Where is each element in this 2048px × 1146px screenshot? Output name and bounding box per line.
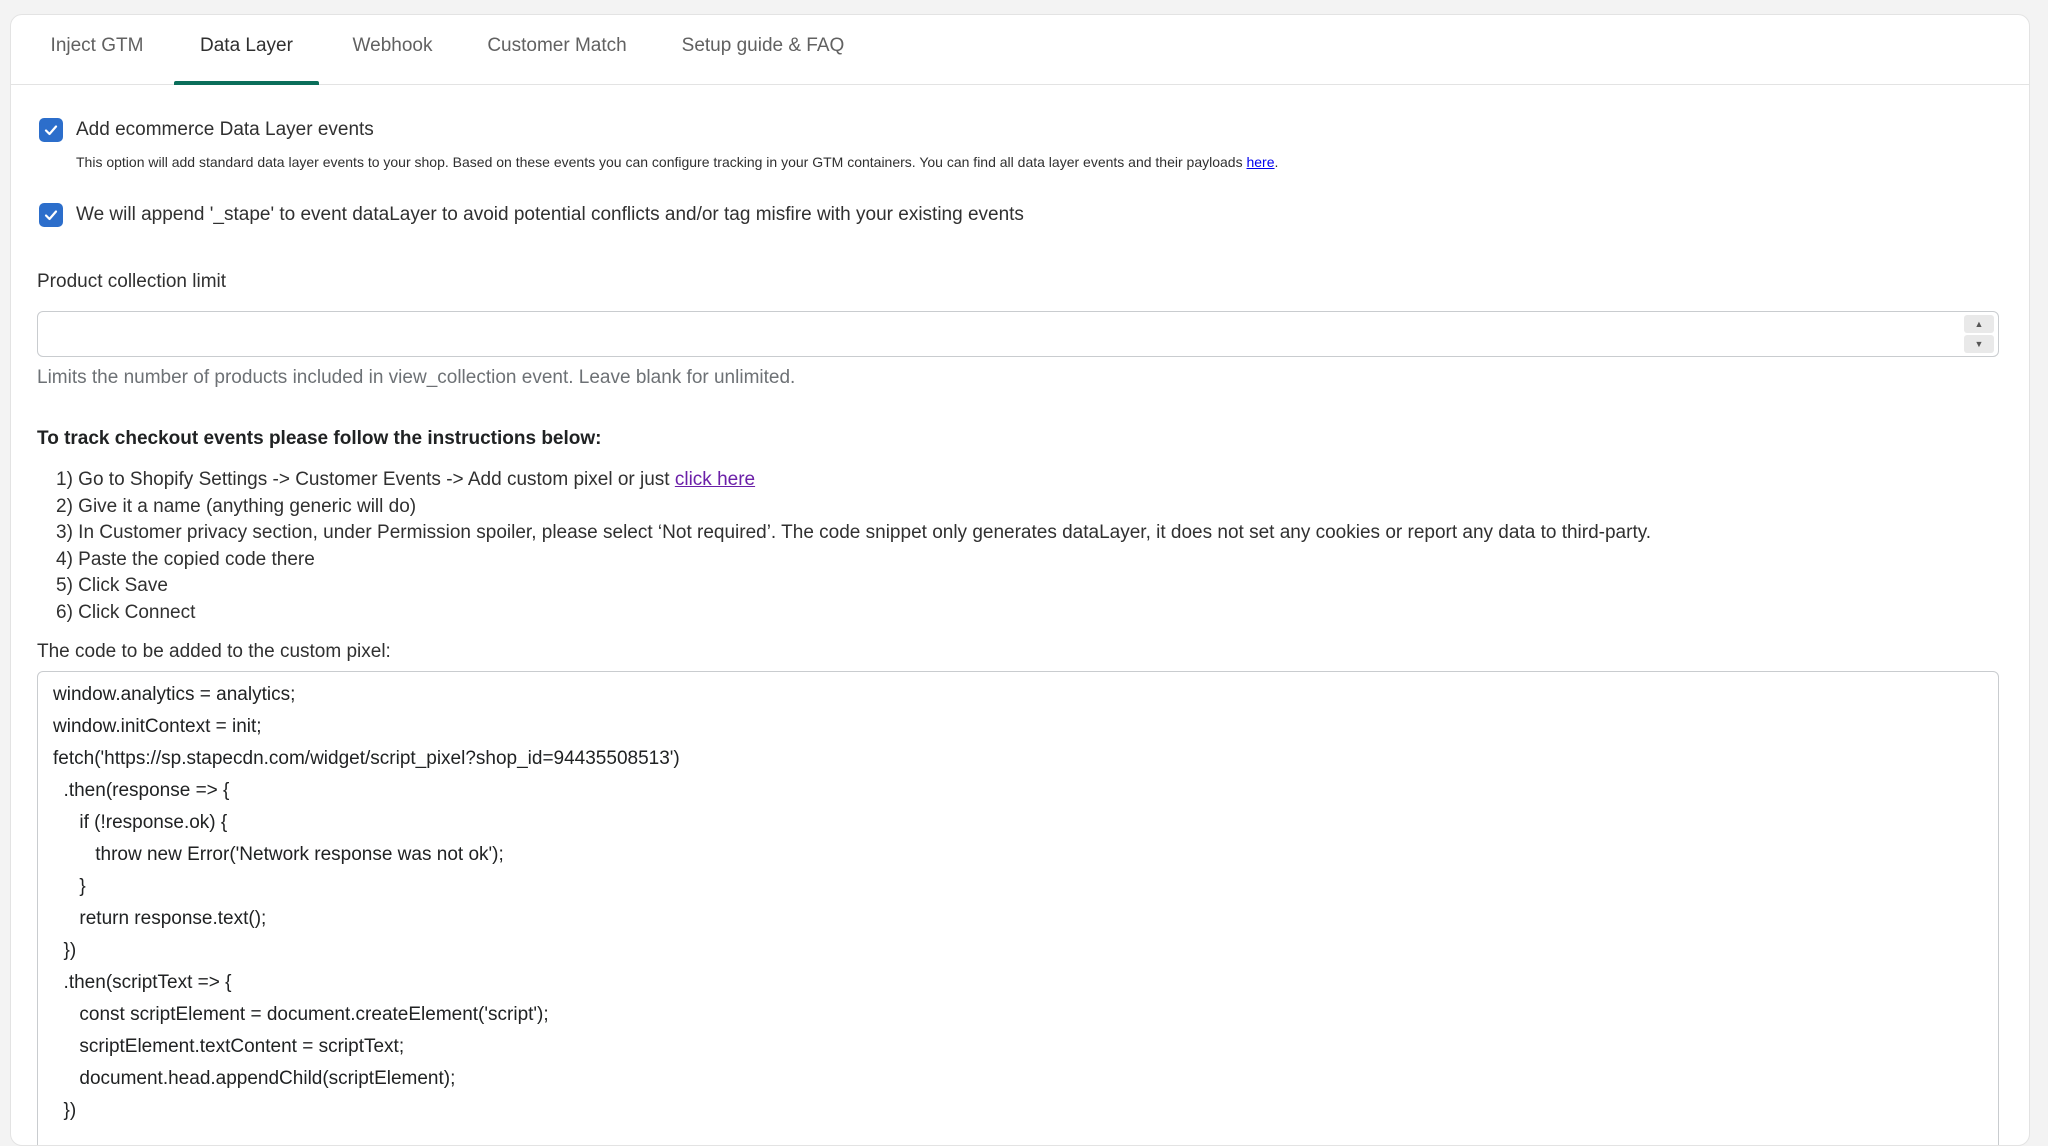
instruction-step: 6) Click Connect bbox=[56, 601, 196, 623]
code-line: return response.text(); bbox=[53, 908, 267, 929]
tab-webhook[interactable]: Webhook bbox=[341, 15, 444, 84]
code-line: document.head.appendChild(scriptElement)… bbox=[53, 1068, 456, 1089]
tab-label: Setup guide & FAQ bbox=[681, 35, 845, 56]
active-tab-indicator bbox=[174, 81, 319, 85]
help-text-suffix: . bbox=[1274, 154, 1279, 170]
tab-setup-guide-faq[interactable]: Setup guide & FAQ bbox=[670, 15, 856, 84]
click-here-link[interactable]: click here bbox=[675, 469, 755, 490]
code-line: window.analytics = analytics; bbox=[53, 684, 296, 705]
code-label: The code to be added to the custom pixel… bbox=[37, 641, 391, 662]
tab-label: Webhook bbox=[352, 35, 433, 56]
checkmark-icon bbox=[44, 210, 58, 221]
instruction-list: 1) Go to Shopify Settings -> Customer Ev… bbox=[56, 467, 1651, 627]
code-snippet-box[interactable]: window.analytics = analytics; window.ini… bbox=[37, 671, 1999, 1145]
tab-inject-gtm[interactable]: Inject GTM bbox=[47, 15, 147, 84]
instruction-step: 2) Give it a name (anything generic will… bbox=[56, 495, 417, 517]
instruction-step: 3) In Customer privacy section, under Pe… bbox=[56, 522, 1652, 544]
code-line: const scriptElement = document.createEle… bbox=[53, 1004, 549, 1025]
tab-customer-match[interactable]: Customer Match bbox=[475, 15, 639, 84]
tab-label: Customer Match bbox=[487, 35, 627, 56]
payloads-link[interactable]: here bbox=[1246, 154, 1274, 170]
code-line: }) bbox=[53, 1100, 77, 1121]
code-line: scriptElement.textContent = scriptText; bbox=[53, 1036, 405, 1057]
code-line: }) bbox=[53, 940, 77, 961]
ecommerce-events-help: This option will add standard data layer… bbox=[76, 154, 1278, 170]
code-line: .then(scriptText => { bbox=[53, 972, 232, 993]
settings-card: Inject GTM Data Layer Webhook Customer M… bbox=[10, 14, 2030, 1146]
help-text: This option will add standard data layer… bbox=[76, 154, 1247, 170]
tab-label: Data Layer bbox=[200, 35, 293, 56]
instruction-step: 4) Paste the copied code there bbox=[56, 548, 315, 570]
ecommerce-events-label[interactable]: Add ecommerce Data Layer events bbox=[76, 119, 374, 141]
code-line: window.initContext = init; bbox=[53, 716, 262, 737]
tab-data-layer[interactable]: Data Layer bbox=[174, 15, 319, 85]
code-line: .then(response => { bbox=[53, 780, 230, 801]
tab-bar: Inject GTM Data Layer Webhook Customer M… bbox=[11, 15, 2029, 85]
code-line: if (!response.ok) { bbox=[53, 812, 228, 833]
checkmark-icon bbox=[44, 125, 58, 136]
quantity-stepper[interactable]: ▲ ▼ bbox=[1964, 315, 1994, 353]
code-line: } bbox=[53, 876, 86, 897]
product-limit-help: Limits the number of products included i… bbox=[37, 367, 796, 388]
increment-icon[interactable]: ▲ bbox=[1964, 315, 1994, 333]
append-stape-checkbox[interactable] bbox=[39, 203, 63, 227]
step-text: 1) Go to Shopify Settings -> Customer Ev… bbox=[56, 469, 675, 490]
append-stape-label[interactable]: We will append '_stape' to event dataLay… bbox=[76, 204, 1024, 226]
ecommerce-events-checkbox[interactable] bbox=[39, 118, 63, 142]
checkout-heading: To track checkout events please follow t… bbox=[37, 428, 602, 449]
instruction-step: 5) Click Save bbox=[56, 575, 168, 597]
code-line: throw new Error('Network response was no… bbox=[53, 844, 504, 865]
tab-label: Inject GTM bbox=[50, 35, 144, 56]
instruction-step: 1) Go to Shopify Settings -> Customer Ev… bbox=[56, 467, 1651, 494]
product-limit-input[interactable]: ▲ ▼ bbox=[37, 311, 1999, 357]
decrement-icon[interactable]: ▼ bbox=[1964, 335, 1994, 353]
product-limit-label: Product collection limit bbox=[37, 271, 227, 292]
code-line: fetch('https://sp.stapecdn.com/widget/sc… bbox=[53, 748, 680, 769]
